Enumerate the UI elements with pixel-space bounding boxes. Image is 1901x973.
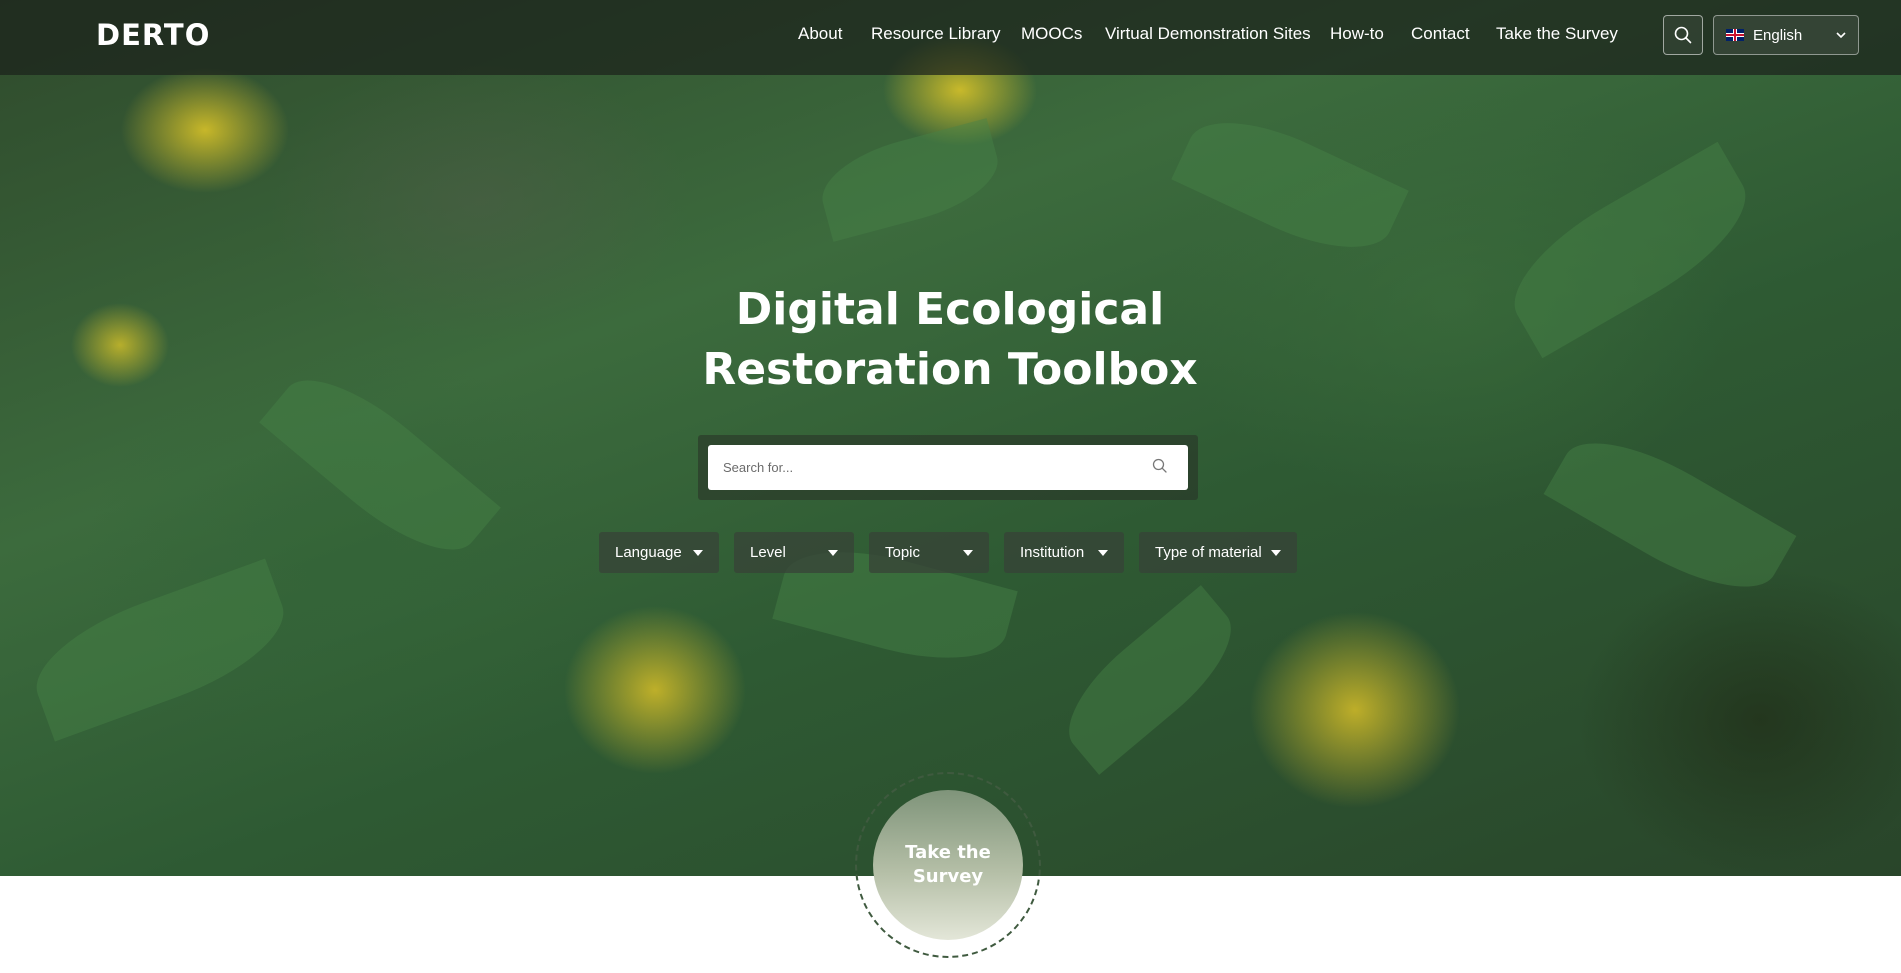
filter-type-of-material-dropdown[interactable]: Type of material — [1139, 532, 1297, 573]
filter-label: Level — [750, 544, 786, 561]
caret-down-icon — [828, 550, 838, 556]
language-selected-label: English — [1753, 26, 1803, 44]
filter-label: Language — [615, 544, 682, 561]
top-navigation-bar: DERTO About Resource Library MOOCs Virtu… — [0, 0, 1901, 75]
nav-about[interactable]: About — [798, 24, 842, 44]
search-icon — [1674, 26, 1692, 44]
filter-label: Institution — [1020, 544, 1085, 561]
caret-down-icon — [1271, 550, 1281, 556]
caret-down-icon — [963, 550, 973, 556]
search-icon[interactable] — [1152, 458, 1168, 474]
site-logo[interactable]: DERTO — [96, 18, 210, 52]
caret-down-icon — [1098, 550, 1108, 556]
take-the-survey-button[interactable]: Take the Survey — [873, 790, 1023, 940]
nav-take-the-survey[interactable]: Take the Survey — [1496, 24, 1618, 44]
hero-search-input[interactable] — [708, 445, 1188, 490]
page-title: Digital Ecological Restoration Toolbox — [650, 280, 1250, 400]
chevron-down-icon — [1836, 32, 1846, 39]
nav-virtual-demonstration-sites[interactable]: Virtual Demonstration Sites — [1105, 24, 1311, 44]
title-line-1: Digital Ecological — [735, 284, 1165, 335]
nav-moocs[interactable]: MOOCs — [1021, 24, 1082, 44]
nav-contact[interactable]: Contact — [1411, 24, 1470, 44]
language-select[interactable]: English — [1713, 15, 1859, 55]
title-line-2: Restoration Toolbox — [702, 344, 1198, 395]
nav-how-to[interactable]: How-to — [1330, 24, 1384, 44]
uk-flag-icon — [1726, 29, 1744, 41]
filter-language-dropdown[interactable]: Language — [599, 532, 719, 573]
filter-topic-dropdown[interactable]: Topic — [869, 532, 989, 573]
hero-search-container — [698, 435, 1198, 500]
header-search-button[interactable] — [1663, 15, 1703, 55]
filter-institution-dropdown[interactable]: Institution — [1004, 532, 1124, 573]
caret-down-icon — [693, 550, 703, 556]
filter-level-dropdown[interactable]: Level — [734, 532, 854, 573]
filter-label: Topic — [885, 544, 921, 561]
nav-resource-library[interactable]: Resource Library — [871, 24, 1000, 44]
filter-label: Type of material — [1155, 544, 1262, 561]
